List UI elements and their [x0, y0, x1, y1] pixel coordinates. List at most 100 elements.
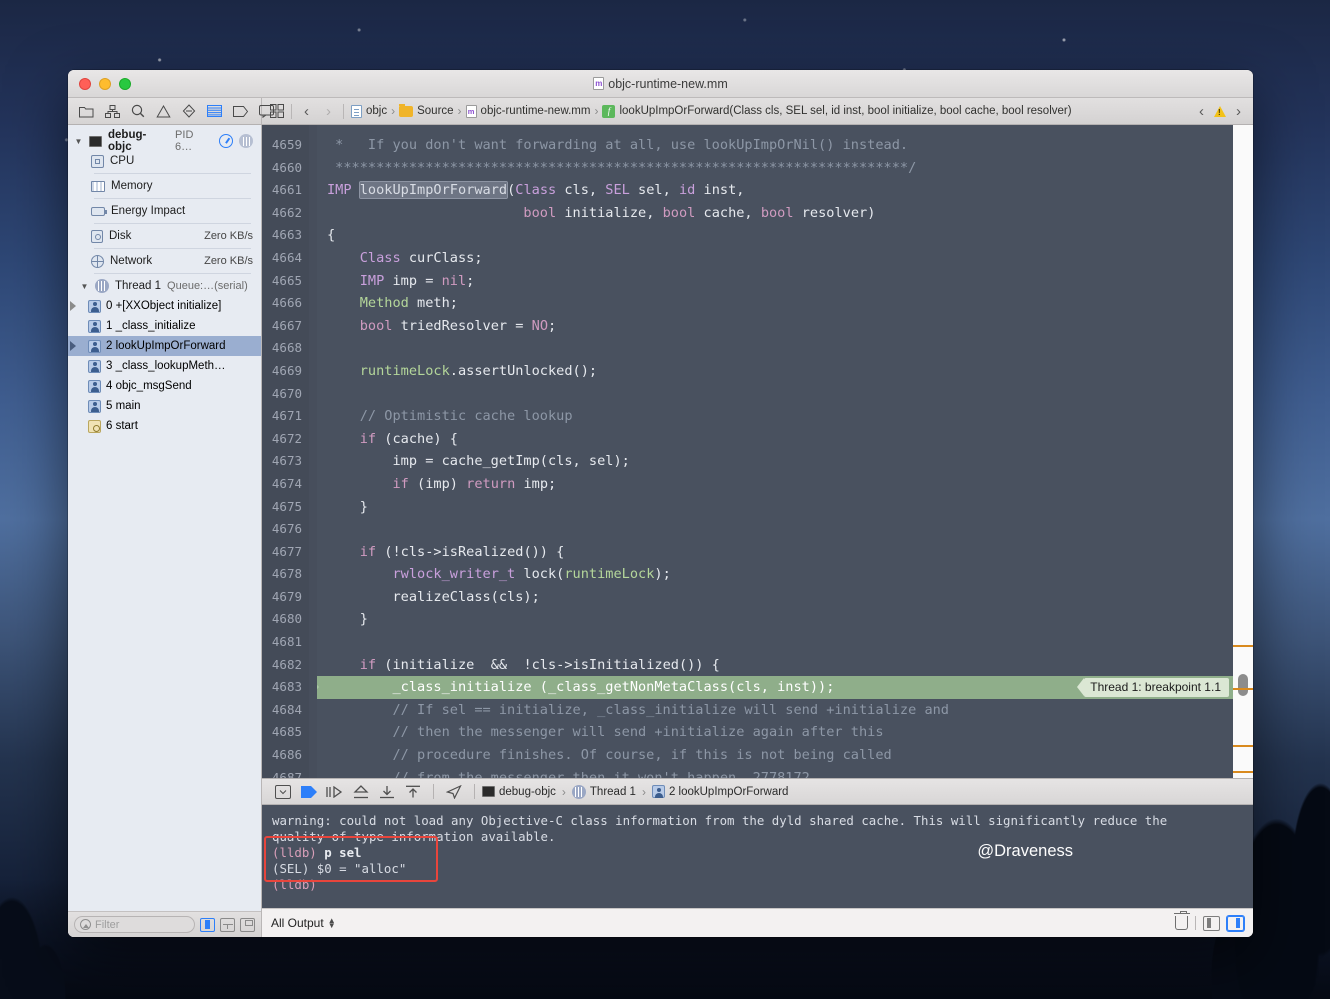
thread-pause-icon[interactable] [239, 134, 253, 148]
code-line[interactable]: Method meth; [327, 292, 1233, 315]
code-line[interactable]: // If sel == initialize, _class_initiali… [327, 699, 1233, 722]
line-number[interactable]: 4673 [262, 450, 302, 473]
debug-icon[interactable] [233, 104, 248, 119]
line-number[interactable]: 4686 [262, 744, 302, 767]
breadcrumb-item-function[interactable]: f lookUpImpOrForward(Class cls, SEL sel,… [602, 104, 1072, 118]
filter-toggle-queues-icon[interactable] [220, 917, 235, 932]
code-line[interactable]: if (imp) return imp; [327, 473, 1233, 496]
grid-icon[interactable] [269, 104, 284, 119]
breadcrumb-item-source[interactable]: Source [399, 104, 454, 117]
navigator-process-row[interactable]: ▼ debug-objc PID 6… [68, 129, 261, 153]
stack-frame-5[interactable]: 5 main [68, 396, 261, 416]
line-number[interactable]: 4687 [262, 767, 302, 778]
code-line[interactable]: IMP imp = nil; [327, 270, 1233, 293]
stack-frame-4[interactable]: 4 objc_msgSend [68, 376, 261, 396]
debugbar-crumb-frame[interactable]: 2 lookUpImpOrForward [651, 785, 788, 798]
code-line[interactable]: // procedure finishes. Of course, if thi… [327, 744, 1233, 767]
code-fold-ribbon[interactable] [309, 125, 317, 778]
line-number[interactable]: 4663 [262, 224, 302, 247]
previous-issue-button[interactable]: ‹ [1194, 104, 1209, 119]
line-number[interactable]: 4682 [262, 654, 302, 677]
code-line[interactable] [327, 383, 1233, 406]
line-number-gutter[interactable]: 4659 4660 4661 4662 4663 4664 4665 4666 4667 4668… [262, 125, 309, 778]
code-line[interactable]: // from the messenger then it won't happ… [327, 767, 1233, 778]
gauge-row-memory[interactable]: Memory [68, 176, 261, 196]
code-line[interactable]: ****************************************… [327, 157, 1233, 180]
line-number[interactable]: 4685 [262, 721, 302, 744]
line-number[interactable]: 4684 [262, 699, 302, 722]
stepper-icon[interactable]: ▲ ▼ [328, 917, 336, 930]
continue-icon[interactable] [296, 782, 322, 802]
code-line[interactable]: // Optimistic cache lookup [327, 405, 1233, 428]
line-number[interactable]: 4674 [262, 473, 302, 496]
line-number[interactable]: 4672 [262, 428, 302, 451]
next-issue-button[interactable]: › [1231, 104, 1246, 119]
gauge-row-cpu[interactable]: CPU [68, 151, 261, 171]
code-line[interactable] [327, 631, 1233, 654]
line-number[interactable]: 4665 [262, 270, 302, 293]
filter-toggle-threads-icon[interactable] [240, 917, 255, 932]
step-over-icon[interactable] [322, 782, 348, 802]
line-number[interactable]: 4675 [262, 496, 302, 519]
hierarchy-icon[interactable] [105, 104, 120, 119]
line-number[interactable]: 4667 [262, 315, 302, 338]
stack-frame-0[interactable]: 0 +[XXObject initialize] [68, 296, 261, 316]
code-line[interactable]: Class curClass; [327, 247, 1233, 270]
code-line[interactable]: bool triedResolver = NO; [327, 315, 1233, 338]
code-line[interactable] [327, 337, 1233, 360]
disclosure-triangle-icon[interactable]: ▼ [80, 282, 89, 291]
code-line[interactable]: * If you don't want forwarding at all, u… [327, 134, 1233, 157]
location-icon[interactable] [441, 782, 467, 802]
gauge-row-energy[interactable]: Energy Impact [68, 201, 261, 221]
step-out-of-block-icon[interactable] [400, 782, 426, 802]
right-pane-icon[interactable] [1227, 915, 1244, 931]
code-line[interactable]: if (initialize && !cls->isInitialized())… [327, 654, 1233, 677]
code-line[interactable]: imp = cache_getImp(cls, sel); [327, 450, 1233, 473]
stack-frame-2[interactable]: 2 lookUpImpOrForward [68, 336, 261, 356]
code-line[interactable]: IMP lookUpImpOrForward(Class cls, SEL se… [327, 179, 1233, 202]
code-line[interactable] [327, 518, 1233, 541]
line-number[interactable]: 4671 [262, 405, 302, 428]
stack-frame-1[interactable]: 1 _class_initialize [68, 316, 261, 336]
filter-toggle-stack-icon[interactable] [200, 917, 215, 932]
disclosure-triangle-icon[interactable]: ▼ [74, 137, 83, 146]
step-into-icon[interactable] [348, 782, 374, 802]
back-button[interactable]: ‹ [299, 104, 314, 119]
stack-frame-6[interactable]: 6 start [68, 416, 261, 436]
breadcrumb-item-project[interactable]: objc [351, 104, 387, 118]
code-line[interactable]: // then the messenger will send +initial… [327, 721, 1233, 744]
warning-icon[interactable] [1214, 105, 1226, 117]
filter-scope-icon[interactable] [80, 919, 91, 930]
hide-debug-area-icon[interactable] [270, 782, 296, 802]
warning-icon[interactable] [156, 104, 171, 119]
thread-row[interactable]: ▼ Thread 1 Queue:…(serial) [68, 276, 261, 296]
line-number[interactable]: 4662 [262, 202, 302, 225]
line-number[interactable]: 4659 [262, 134, 302, 157]
output-filter-label[interactable]: All Output [271, 916, 324, 930]
line-number[interactable]: 4678 [262, 563, 302, 586]
stack-frame-3[interactable]: 3 _class_lookupMeth… [68, 356, 261, 376]
line-number[interactable]: 4669 [262, 360, 302, 383]
trash-icon[interactable] [1173, 911, 1190, 930]
line-number[interactable]: 4664 [262, 247, 302, 270]
editor-scrollbar[interactable] [1233, 125, 1253, 778]
issue-icon[interactable] [182, 104, 196, 119]
folder-icon[interactable] [79, 104, 94, 119]
code-line[interactable]: { [327, 224, 1233, 247]
gauge-row-network[interactable]: Network Zero KB/s [68, 251, 261, 271]
forward-button[interactable]: › [321, 104, 336, 119]
debugbar-crumb-thread[interactable]: Thread 1 [571, 784, 636, 799]
line-number[interactable]: 4668 [262, 337, 302, 360]
breadcrumb-item-file[interactable]: m objc-runtime-new.mm [465, 104, 590, 118]
line-number[interactable]: 4677 [262, 541, 302, 564]
line-number[interactable]: 4676 [262, 518, 302, 541]
line-number[interactable]: 4683 [262, 676, 302, 699]
gauge-icon[interactable] [219, 134, 233, 148]
line-number[interactable]: 4681 [262, 631, 302, 654]
scrollbar-thumb[interactable] [1238, 674, 1248, 696]
code-line[interactable]: runtimeLock.assertUnlocked(); [327, 360, 1233, 383]
console-output[interactable]: warning: could not load any Objective-C … [262, 805, 1253, 908]
source-editor[interactable]: 4659 4660 4661 4662 4663 4664 4665 4666 4667 4668… [262, 125, 1253, 778]
filter-input[interactable]: Filter [74, 916, 195, 933]
code-line[interactable]: if (!cls->isRealized()) { [327, 541, 1233, 564]
